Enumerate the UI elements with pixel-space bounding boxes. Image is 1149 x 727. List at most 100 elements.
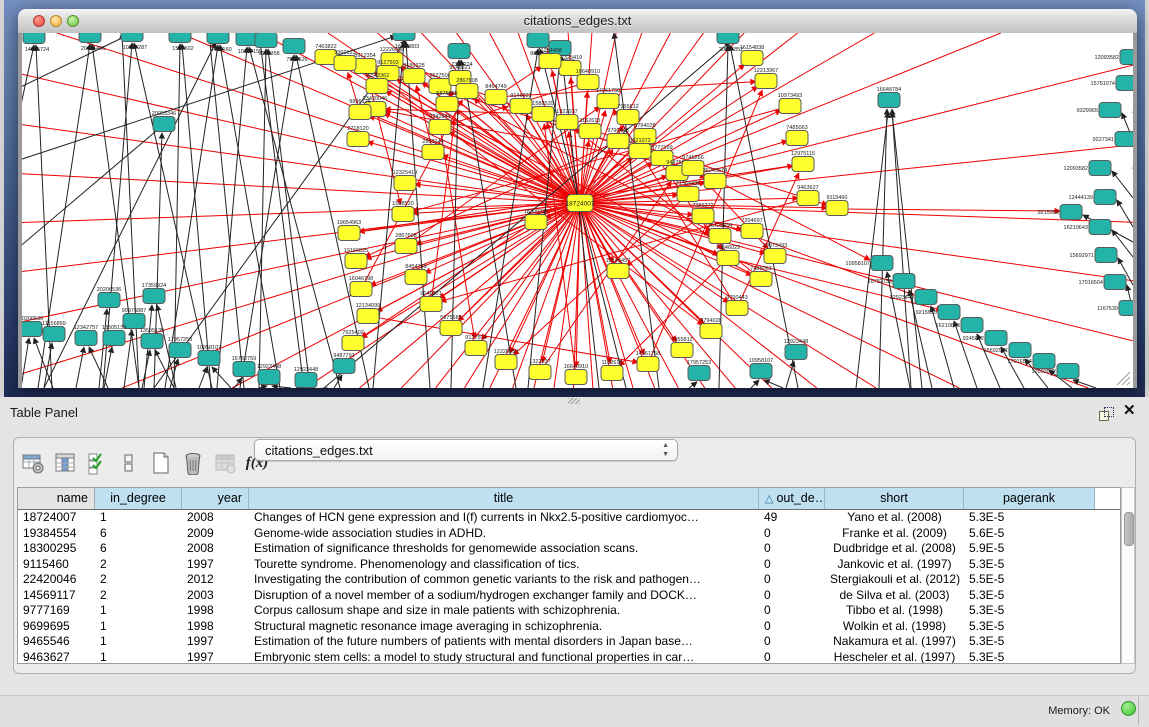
network-node[interactable]: 8186328 [403,63,425,84]
table-cell[interactable]: 0 [759,603,825,619]
network-node[interactable]: 13505135 [140,328,164,349]
network-node[interactable]: 20206536 [22,316,43,337]
network-node[interactable]: 9487791 [333,353,355,374]
table-cell[interactable]: 5.3E-5 [964,650,1095,665]
network-window-titlebar[interactable]: citations_edges.txt [18,9,1137,34]
network-node[interactable]: 9466160 [207,33,232,53]
network-node[interactable]: 12093582 [1064,161,1111,176]
table-row[interactable]: 969969511998Structural magnetic resonanc… [18,619,1120,635]
table-row[interactable]: 946554611997Estimation of the future num… [18,634,1120,650]
table-cell[interactable]: 1 [95,510,182,526]
table-cell[interactable]: 18300295 [18,541,95,557]
table-cell[interactable]: 22420046 [18,572,95,588]
table-cell[interactable]: 5.3E-5 [964,603,1095,619]
table-cell[interactable]: 1998 [182,603,249,619]
network-node[interactable]: 1162615 [601,360,623,381]
network-node[interactable]: 12975115 [791,151,815,172]
network-node[interactable]: 1527602 [169,33,194,52]
network-node[interactable]: 12226058 [494,349,518,370]
network-node[interactable]: 16640910 [564,364,588,385]
table-cell[interactable]: Corpus callosum shape and size in male p… [249,603,759,619]
table-cell[interactable]: 1 [95,650,182,665]
network-hub-node[interactable]: 18724007 [566,195,595,212]
table-cell[interactable]: Dudbridge et al. (2008) [825,541,964,557]
network-node[interactable]: 7386372 [692,203,714,224]
network-node[interactable]: 16154838 [740,45,764,66]
network-node[interactable]: 12213967 [754,68,778,89]
network-node[interactable]: 17359924 [142,283,166,304]
table-cell[interactable]: 0 [759,557,825,573]
network-node[interactable]: 16782759 [232,356,256,377]
network-node[interactable]: 9790443 [607,128,629,149]
table-cell[interactable]: Hescheler et al. (1997) [825,650,964,665]
network-node[interactable]: 7955812 [671,337,693,358]
network-node[interactable]: 7204697 [741,218,763,239]
table-cell[interactable]: 9777169 [18,603,95,619]
network-node[interactable]: 10973493 [778,93,802,114]
network-node[interactable]: 20206536 [97,287,121,308]
table-cell[interactable]: 0 [759,541,825,557]
network-node[interactable]: 1167539 [1097,301,1133,316]
network-node[interactable]: 9746266 [682,155,704,176]
network-node[interactable]: 10646022 [716,245,740,266]
table-settings-icon[interactable] [18,449,48,477]
table-cell[interactable]: Nakamura et al. (1997) [825,634,964,650]
column-header-year[interactable]: year [182,488,249,509]
table-cell[interactable]: Jankovic et al. (1997) [825,557,964,573]
network-node[interactable]: 16640910 [576,69,600,90]
table-cell[interactable]: 0 [759,634,825,650]
table-cell[interactable]: 5.6E-5 [964,526,1095,542]
network-node[interactable]: 10973493 [763,243,787,264]
network-node[interactable]: 16648784 [877,87,901,108]
table-row[interactable]: 1456911722003Disruption of a novel membe… [18,588,1120,604]
network-node[interactable]: 9621072 [629,138,651,159]
network-node[interactable]: 15751074 [1091,76,1133,91]
network-node[interactable]: 10958107 [749,358,773,379]
network-node[interactable]: 5794028 [700,318,722,339]
table-cell[interactable]: 5.3E-5 [964,619,1095,635]
column-header-pagerank[interactable]: pagerank [964,488,1095,509]
table-cell[interactable]: 5.3E-5 [964,588,1095,604]
network-node[interactable]: 16046798 [349,276,373,297]
network-node[interactable]: 9215955 [916,305,960,320]
network-node[interactable]: 10653287 [121,33,147,51]
table-cell[interactable]: 0 [759,526,825,542]
table-selector-combobox[interactable]: citations_edges.txt ▲▼ [254,439,678,461]
table-cell[interactable]: 5.3E-5 [964,557,1095,573]
table-cell[interactable]: Disruption of a novel member of a sodium… [249,588,759,604]
table-cell[interactable]: 1 [95,634,182,650]
network-node[interactable]: 12093582 [1095,50,1133,65]
network-node[interactable]: 9896126 [349,99,371,120]
table-cell[interactable]: 1 [95,603,182,619]
network-node[interactable]: 15692971 [1070,248,1117,263]
table-cell[interactable]: 2008 [182,541,249,557]
table-cell[interactable]: 2008 [182,510,249,526]
table-cell[interactable]: 9699695 [18,619,95,635]
memory-ok-indicator[interactable] [1121,701,1136,716]
network-node[interactable]: 8454749 [485,84,507,105]
delete-table-icon[interactable] [178,449,208,477]
network-node[interactable]: 16720434 [708,223,732,244]
network-node[interactable]: 12325419 [393,170,417,191]
table-cell[interactable]: 1997 [182,650,249,665]
table-cell[interactable]: Estimation of significance thresholds fo… [249,541,759,557]
table-cell[interactable]: 2 [95,557,182,573]
network-node[interactable]: 17957253 [168,337,192,358]
table-cell[interactable]: 9465546 [18,634,95,650]
network-node[interactable]: 7485063 [786,125,808,146]
network-node[interactable]: 9146821 [510,93,532,114]
scrollbar-thumb[interactable] [1124,512,1134,546]
network-node[interactable]: 1322037 [529,359,551,380]
table-cell[interactable]: 1997 [182,557,249,573]
network-node[interactable]: 12134099 [356,303,380,324]
table-cell[interactable]: 5.9E-5 [964,541,1095,557]
network-node[interactable]: 7955812 [617,104,639,125]
network-node[interactable]: 19654963 [337,220,361,241]
table-cell[interactable]: 0 [759,588,825,604]
table-cell[interactable]: 6 [95,541,182,557]
panel-resize-grip[interactable] [568,398,580,404]
table-cell[interactable]: 2009 [182,526,249,542]
network-node[interactable]: 9463627 [797,185,819,206]
table-cell[interactable]: Stergiakouli et al. (2012) [825,572,964,588]
table-cell[interactable]: 1 [95,619,182,635]
